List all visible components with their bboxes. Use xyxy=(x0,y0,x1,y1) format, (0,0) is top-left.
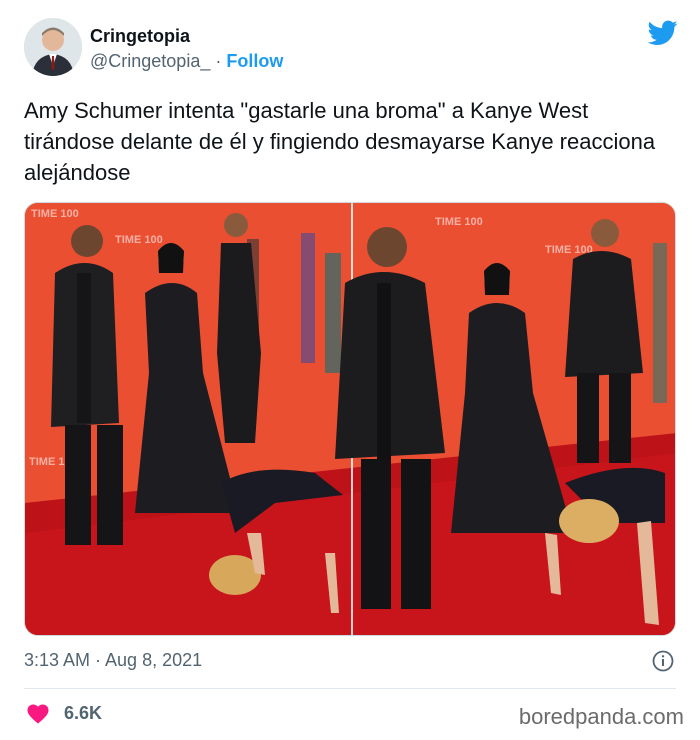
like-count: 6.6K xyxy=(64,702,103,723)
author-handle[interactable]: @Cringetopia_ xyxy=(90,51,210,71)
divider xyxy=(24,688,676,689)
author-handle-line: @Cringetopia_ · Follow xyxy=(90,51,283,72)
author-name[interactable]: Cringetopia xyxy=(90,26,190,47)
heart-icon[interactable] xyxy=(26,702,50,724)
info-icon[interactable] xyxy=(652,650,674,672)
follow-button[interactable]: Follow xyxy=(226,51,283,71)
avatar[interactable] xyxy=(24,18,82,76)
like-action[interactable]: 6.6K xyxy=(26,702,102,724)
avatar-image xyxy=(24,18,82,76)
watermark: boredpanda.com xyxy=(518,704,684,729)
photo-illustration: TIME 100 TIME 100 TIME 100 TIME 100 TIME… xyxy=(25,203,675,635)
tweet-text: Amy Schumer intenta "gastarle una broma"… xyxy=(24,98,656,185)
backdrop-logo: TIME 100 xyxy=(115,234,163,246)
backdrop-logo: TIME 100 xyxy=(435,216,483,228)
separator-dot: · xyxy=(215,51,222,71)
tweet-photo[interactable]: TIME 100 TIME 100 TIME 100 TIME 100 TIME… xyxy=(24,202,676,636)
twitter-bird-icon[interactable] xyxy=(648,20,678,46)
backdrop-logo: TIME 100 xyxy=(31,208,79,220)
tweet-header: Cringetopia @Cringetopia_ · Follow xyxy=(24,18,680,80)
timestamp[interactable]: 3:13 AM · Aug 8, 2021 xyxy=(24,650,202,671)
